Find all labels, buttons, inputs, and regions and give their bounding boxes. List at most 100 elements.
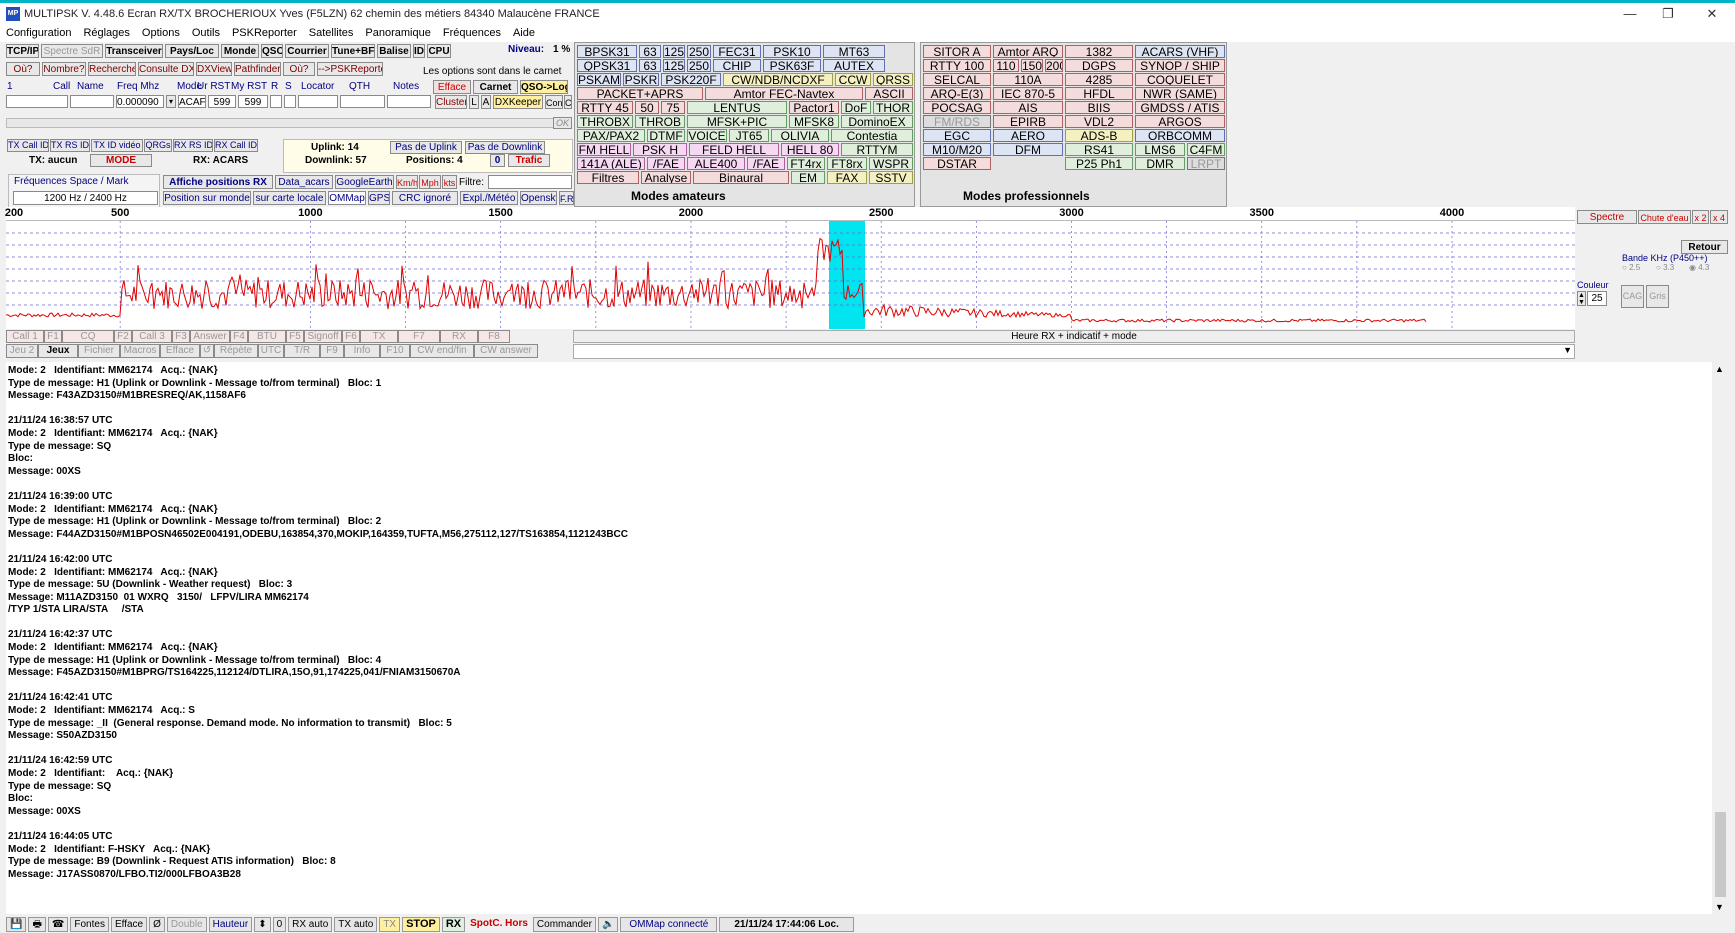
print-icon[interactable]: 🖶 <box>28 917 46 932</box>
mode-rtty-100[interactable]: RTTY 100 <box>923 59 991 72</box>
maximize-button[interactable]: ❐ <box>1645 3 1691 24</box>
mode-hell-80[interactable]: HELL 80 <box>781 143 839 156</box>
mode-ais[interactable]: AIS <box>993 101 1063 114</box>
spectre-tab[interactable]: Spectre <box>1577 210 1637 224</box>
toolbar2-1[interactable]: Nombre? <box>42 62 86 76</box>
macro2-0[interactable]: Jeu 2 <box>6 344 38 358</box>
mode-psk63f[interactable]: PSK63F <box>763 59 821 72</box>
mode-autex[interactable]: AUTEX <box>823 59 885 72</box>
zoom-x2-button[interactable]: x 2 <box>1692 210 1709 224</box>
crc-button[interactable]: CRC ignoré <box>392 191 458 205</box>
macro-14[interactable]: RX <box>440 330 478 343</box>
toolbar-cpu[interactable]: CPU <box>427 44 451 58</box>
mode-contestia[interactable]: Contestia <box>831 129 913 142</box>
mode-selcal[interactable]: SELCAL <box>923 73 991 86</box>
mode-lrpt[interactable]: LRPT <box>1187 157 1225 170</box>
mode-qpsk31[interactable]: QPSK31 <box>577 59 637 72</box>
macro-4[interactable]: Call 3 <box>132 330 172 343</box>
toolbar-id[interactable]: ID <box>413 44 425 58</box>
qth-field[interactable] <box>340 95 385 108</box>
toolbar-tune-bf[interactable]: Tune+BF <box>331 44 375 58</box>
notes-field[interactable] <box>387 95 431 108</box>
position-monde-button[interactable]: Position sur monde <box>163 191 251 205</box>
menu-réglages[interactable]: Réglages <box>83 27 129 39</box>
mode-pskam[interactable]: PSKAM <box>577 73 621 86</box>
toolbar-transceiver[interactable]: Transceiver <box>105 44 163 58</box>
macro2-5[interactable]: ↺ <box>200 344 214 358</box>
mode-analyse[interactable]: Analyse <box>641 171 691 184</box>
menu-aide[interactable]: Aide <box>513 27 535 39</box>
mode-p25-ph1[interactable]: P25 Ph1 <box>1065 157 1133 170</box>
macro-15[interactable]: F8 <box>478 330 510 343</box>
mode-psk220f[interactable]: PSK220F <box>661 73 721 86</box>
data-acars-button[interactable]: Data_acars <box>275 175 333 189</box>
cluster-button[interactable]: Cluster <box>435 95 467 109</box>
mode-field[interactable]: ACAF <box>178 95 206 108</box>
macro-1[interactable]: F1 <box>44 330 62 343</box>
mode-150[interactable]: 150 <box>1021 59 1043 72</box>
bande-43-radio[interactable]: ◉ 4.3 <box>1689 263 1709 272</box>
hauteur-spinner[interactable]: ⬍ <box>254 917 271 932</box>
mode-synop-ship[interactable]: SYNOP / SHIP <box>1135 59 1225 72</box>
mode-rtty-45[interactable]: RTTY 45 <box>577 101 633 114</box>
mode-lentus[interactable]: LENTUS <box>687 101 787 114</box>
mph-button[interactable]: Mph <box>419 175 441 189</box>
commander-button[interactable]: Commander <box>532 917 596 932</box>
mode-50[interactable]: 50 <box>635 101 659 114</box>
carnet-button[interactable]: Carnet <box>473 80 518 94</box>
toolbar2-4[interactable]: DXView <box>196 62 232 76</box>
kts-button[interactable]: kts <box>442 175 457 189</box>
macro2-12[interactable]: CW end/fin <box>410 344 474 358</box>
mode-110a[interactable]: 110A <box>993 73 1063 86</box>
mode-125[interactable]: 125 <box>663 45 685 58</box>
expl-meteo-button[interactable]: Expl./Météo <box>460 191 518 205</box>
o-button[interactable]: Ø <box>149 917 165 932</box>
mode-throb[interactable]: THROB <box>635 115 685 128</box>
pas-uplink-button[interactable]: Pas de Uplink <box>390 141 462 154</box>
mode-arq-e-3-[interactable]: ARQ-E(3) <box>923 87 991 100</box>
mode-mt63[interactable]: MT63 <box>823 45 885 58</box>
mode-250[interactable]: 250 <box>687 59 711 72</box>
macro2-6[interactable]: Répète <box>214 344 258 358</box>
gris-button[interactable]: Gris <box>1646 285 1669 308</box>
mode-200[interactable]: 200 <box>1045 59 1063 72</box>
rx-button[interactable]: RX <box>441 917 466 932</box>
mode-packet-aprs[interactable]: PACKET+APRS <box>577 87 703 100</box>
macro-3[interactable]: F2 <box>114 330 132 343</box>
mode-63[interactable]: 63 <box>639 59 661 72</box>
menu-outils[interactable]: Outils <box>192 27 220 39</box>
kmh-button[interactable]: Km/h <box>396 175 418 189</box>
menu-panoramique[interactable]: Panoramique <box>365 27 430 39</box>
mode-aero[interactable]: AERO <box>993 129 1063 142</box>
mode-feld-hell[interactable]: FELD HELL <box>689 143 779 156</box>
txrx-btn-5[interactable]: RX Call ID <box>214 139 258 152</box>
cag-button[interactable]: CAG <box>1621 285 1644 308</box>
positions-zero[interactable]: 0 <box>490 154 505 167</box>
mode-ascii[interactable]: ASCII <box>865 87 913 100</box>
mode-epirb[interactable]: EPIRB <box>993 115 1063 128</box>
mode-voice[interactable]: VOICE <box>687 129 727 142</box>
txrx-btn-3[interactable]: QRGs <box>144 139 172 152</box>
toolbar-qso[interactable]: QSO <box>261 44 283 58</box>
mode-pax-pax2[interactable]: PAX/PAX2 <box>577 129 645 142</box>
l-button[interactable]: L <box>469 95 479 109</box>
mode-em[interactable]: EM <box>791 171 825 184</box>
mode-ft4rx[interactable]: FT4rx <box>787 157 825 170</box>
mode-141a-ale-[interactable]: 141A (ALE) <box>577 157 645 170</box>
google-earth-button[interactable]: GoogleEarth <box>335 175 394 189</box>
mode-jt65[interactable]: JT65 <box>729 129 769 142</box>
stop-button[interactable]: STOP <box>402 917 440 932</box>
my-rst-field[interactable]: 599 <box>238 95 268 108</box>
macro-12[interactable]: TX <box>360 330 398 343</box>
macro-5[interactable]: F3 <box>172 330 190 343</box>
mode-amtor-fec-navtex[interactable]: Amtor FEC-Navtex <box>705 87 863 100</box>
close-button[interactable]: ✕ <box>1689 3 1735 24</box>
mode-chip[interactable]: CHIP <box>713 59 761 72</box>
mode-125[interactable]: 125 <box>663 59 685 72</box>
mode-dof[interactable]: DoF <box>841 101 871 114</box>
macro-8[interactable]: BTU <box>248 330 286 343</box>
mode-gmdss-atis[interactable]: GMDSS / ATIS <box>1135 101 1225 114</box>
double-button[interactable]: Double <box>166 917 207 932</box>
mode-amtor-arq[interactable]: Amtor ARQ <box>993 45 1063 58</box>
mode-argos[interactable]: ARGOS <box>1135 115 1225 128</box>
